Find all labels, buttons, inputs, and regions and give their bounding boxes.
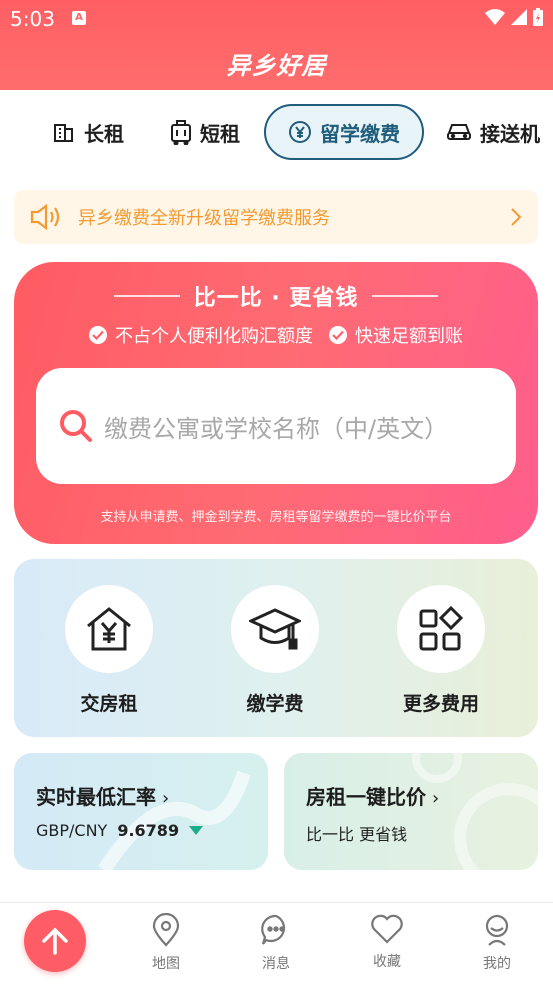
status-icons — [485, 8, 543, 26]
hero-title-row: 比一比 · 更省钱 — [14, 280, 538, 312]
check-icon — [329, 326, 347, 344]
bottom-nav: 地图 消息 收藏 我的 — [0, 902, 553, 984]
nav-label: 消息 — [262, 956, 290, 972]
tab-label: 接送机 — [480, 121, 540, 146]
card-title: 房租一键比价 › — [306, 785, 440, 809]
service-more-fees[interactable]: 更多费用 — [381, 585, 501, 716]
grid-apps-icon — [419, 606, 464, 651]
divider — [372, 295, 439, 297]
chevron-right-icon: › — [432, 788, 440, 809]
service-pay-tuition[interactable]: 缴学费 — [215, 585, 335, 716]
nav-messages[interactable]: 消息 — [241, 913, 311, 973]
tab-short-rent[interactable]: 短租 — [170, 104, 240, 160]
app-screen: 5:03 A 异乡好居 长租 短租 留学缴费 接送机 异乡缴费全新升级留学缴费服 — [0, 0, 553, 984]
feature-item: 快速足额到账 — [329, 322, 463, 348]
nav-profile[interactable]: 我的 — [462, 913, 532, 973]
service-icon-circle — [397, 585, 485, 673]
yen-circle-icon — [289, 121, 311, 143]
nav-label: 我的 — [483, 956, 511, 972]
card-title: 实时最低汇率 › — [36, 785, 170, 809]
app-header: 5:03 A 异乡好居 — [0, 0, 553, 90]
nav-favorites[interactable]: 收藏 — [352, 913, 422, 971]
rate-value: 9.6789 — [117, 821, 180, 840]
tab-study-payment[interactable]: 留学缴费 — [264, 104, 424, 160]
service-pay-rent[interactable]: 交房租 — [49, 585, 169, 716]
service-label: 更多费用 — [402, 693, 479, 715]
arrow-up-icon — [42, 927, 68, 955]
decor-circle — [412, 753, 462, 783]
wifi-icon — [485, 9, 505, 25]
rate-row: GBP/CNY 9.6789 — [36, 821, 204, 840]
search-icon — [60, 410, 92, 442]
hero-subtitle: 支持从申请费、押金到学费、房租等留学缴费的一键比价平台 — [100, 510, 452, 525]
app-title: 异乡好居 — [226, 52, 327, 80]
signal-icon — [511, 9, 527, 25]
heart-icon — [371, 914, 403, 944]
search-input[interactable]: 缴费公寓或学校名称（中/英文） — [36, 368, 516, 484]
card-subtitle: 比一比 更省钱 — [306, 825, 408, 844]
nav-map[interactable]: 地图 — [131, 912, 201, 973]
currency-pair: GBP/CNY — [36, 821, 108, 840]
tab-label: 长租 — [84, 121, 124, 146]
user-icon — [485, 914, 509, 946]
suitcase-icon — [171, 120, 191, 145]
status-time: 5:03 — [10, 7, 55, 31]
feature-text: 不占个人便利化购汇额度 — [115, 326, 313, 347]
hero-features: 不占个人便利化购汇额度 快速足额到账 — [14, 322, 538, 348]
notice-banner[interactable]: 异乡缴费全新升级留学缴费服务 — [14, 190, 538, 244]
car-icon — [447, 124, 471, 140]
hero-title: 比一比 · 更省钱 — [193, 286, 359, 311]
decor-wave — [98, 770, 251, 870]
rent-compare-card[interactable]: 房租一键比价 › 比一比 更省钱 — [284, 753, 538, 870]
building-icon — [54, 124, 73, 142]
category-tabs: 长租 短租 留学缴费 接送机 — [0, 104, 553, 160]
battery-icon — [533, 8, 543, 26]
home-up-button[interactable] — [24, 910, 86, 972]
service-icon-circle — [65, 585, 153, 673]
hero-banner: 比一比 · 更省钱 不占个人便利化购汇额度 快速足额到账 缴费公寓或学校名称（中… — [14, 262, 538, 544]
tab-label: 短租 — [200, 121, 240, 146]
decor-circle — [454, 783, 538, 870]
chevron-right-icon: › — [162, 788, 170, 809]
service-label: 缴学费 — [246, 693, 304, 715]
chevron-right-icon — [511, 208, 522, 226]
check-icon — [89, 326, 107, 344]
exchange-rate-card[interactable]: 实时最低汇率 › GBP/CNY 9.6789 — [14, 753, 268, 870]
search-placeholder: 缴费公寓或学校名称（中/英文） — [104, 414, 449, 443]
house-yen-icon — [87, 607, 131, 651]
notice-text: 异乡缴费全新升级留学缴费服务 — [78, 208, 330, 229]
divider — [113, 295, 180, 297]
nav-label: 收藏 — [373, 954, 401, 970]
service-label: 交房租 — [80, 693, 138, 715]
tab-airport-transfer[interactable]: 接送机 — [446, 104, 540, 160]
map-pin-icon — [152, 912, 180, 947]
rate-down-icon — [189, 826, 204, 835]
service-icon-circle — [231, 585, 319, 673]
nav-label: 地图 — [152, 956, 180, 972]
speaker-icon — [30, 203, 60, 231]
chat-bubble-icon — [261, 914, 286, 945]
service-grid: 交房租 缴学费 更多费用 — [14, 559, 538, 737]
notification-icon: A — [72, 11, 86, 25]
tab-long-rent[interactable]: 长租 — [52, 104, 124, 160]
tab-label: 留学缴费 — [320, 121, 400, 146]
feature-text: 快速足额到账 — [355, 326, 463, 347]
feature-item: 不占个人便利化购汇额度 — [89, 322, 313, 348]
graduation-cap-icon — [249, 608, 301, 650]
